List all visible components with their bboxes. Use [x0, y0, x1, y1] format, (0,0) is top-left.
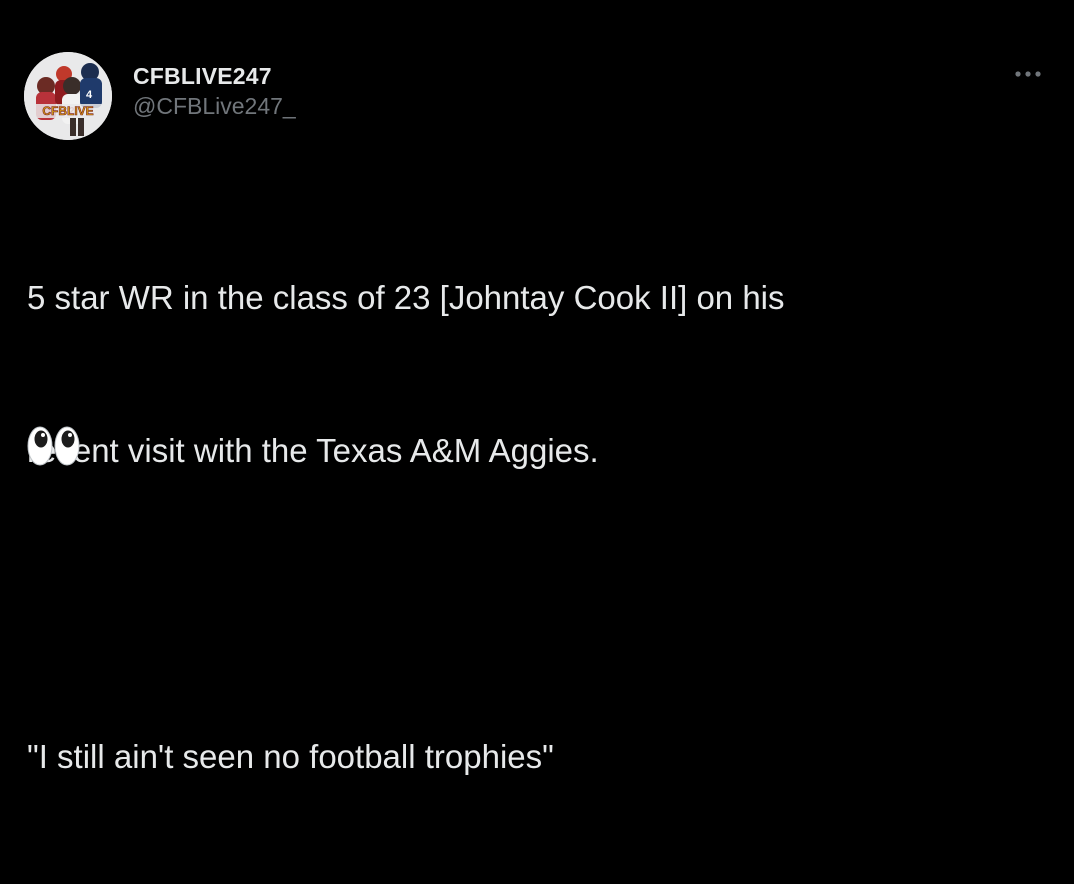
tweet-line: "I still ain't seen no football trophies…	[27, 738, 554, 775]
display-name[interactable]: CFBLIVE247	[133, 62, 296, 90]
avatar[interactable]: 2 4 CFBLIVE	[24, 52, 112, 140]
user-handle[interactable]: @CFBLive247_	[133, 92, 296, 120]
tweet-text: 5 star WR in the class of 23 [Johntay Co…	[27, 170, 1037, 884]
more-options-button[interactable]	[1006, 60, 1050, 88]
avatar-image: 2 4 CFBLIVE	[24, 52, 112, 140]
author-info: CFBLIVE247 @CFBLive247_	[133, 62, 296, 120]
eyes-emoji-icon	[27, 422, 81, 470]
tweet-card: 2 4 CFBLIVE CFBLIVE247 @CFBLive247_ 5 st…	[0, 0, 1074, 775]
svg-text:4: 4	[86, 89, 93, 101]
tweet-line: 5 star WR in the class of 23 [Johntay Co…	[27, 279, 785, 316]
more-horizontal-icon	[1015, 71, 1041, 77]
line-break	[27, 578, 1037, 629]
tweet-line: recent visit with the Texas A&M Aggies.	[27, 432, 599, 469]
avatar-logo-text: CFBLIVE	[42, 104, 93, 118]
